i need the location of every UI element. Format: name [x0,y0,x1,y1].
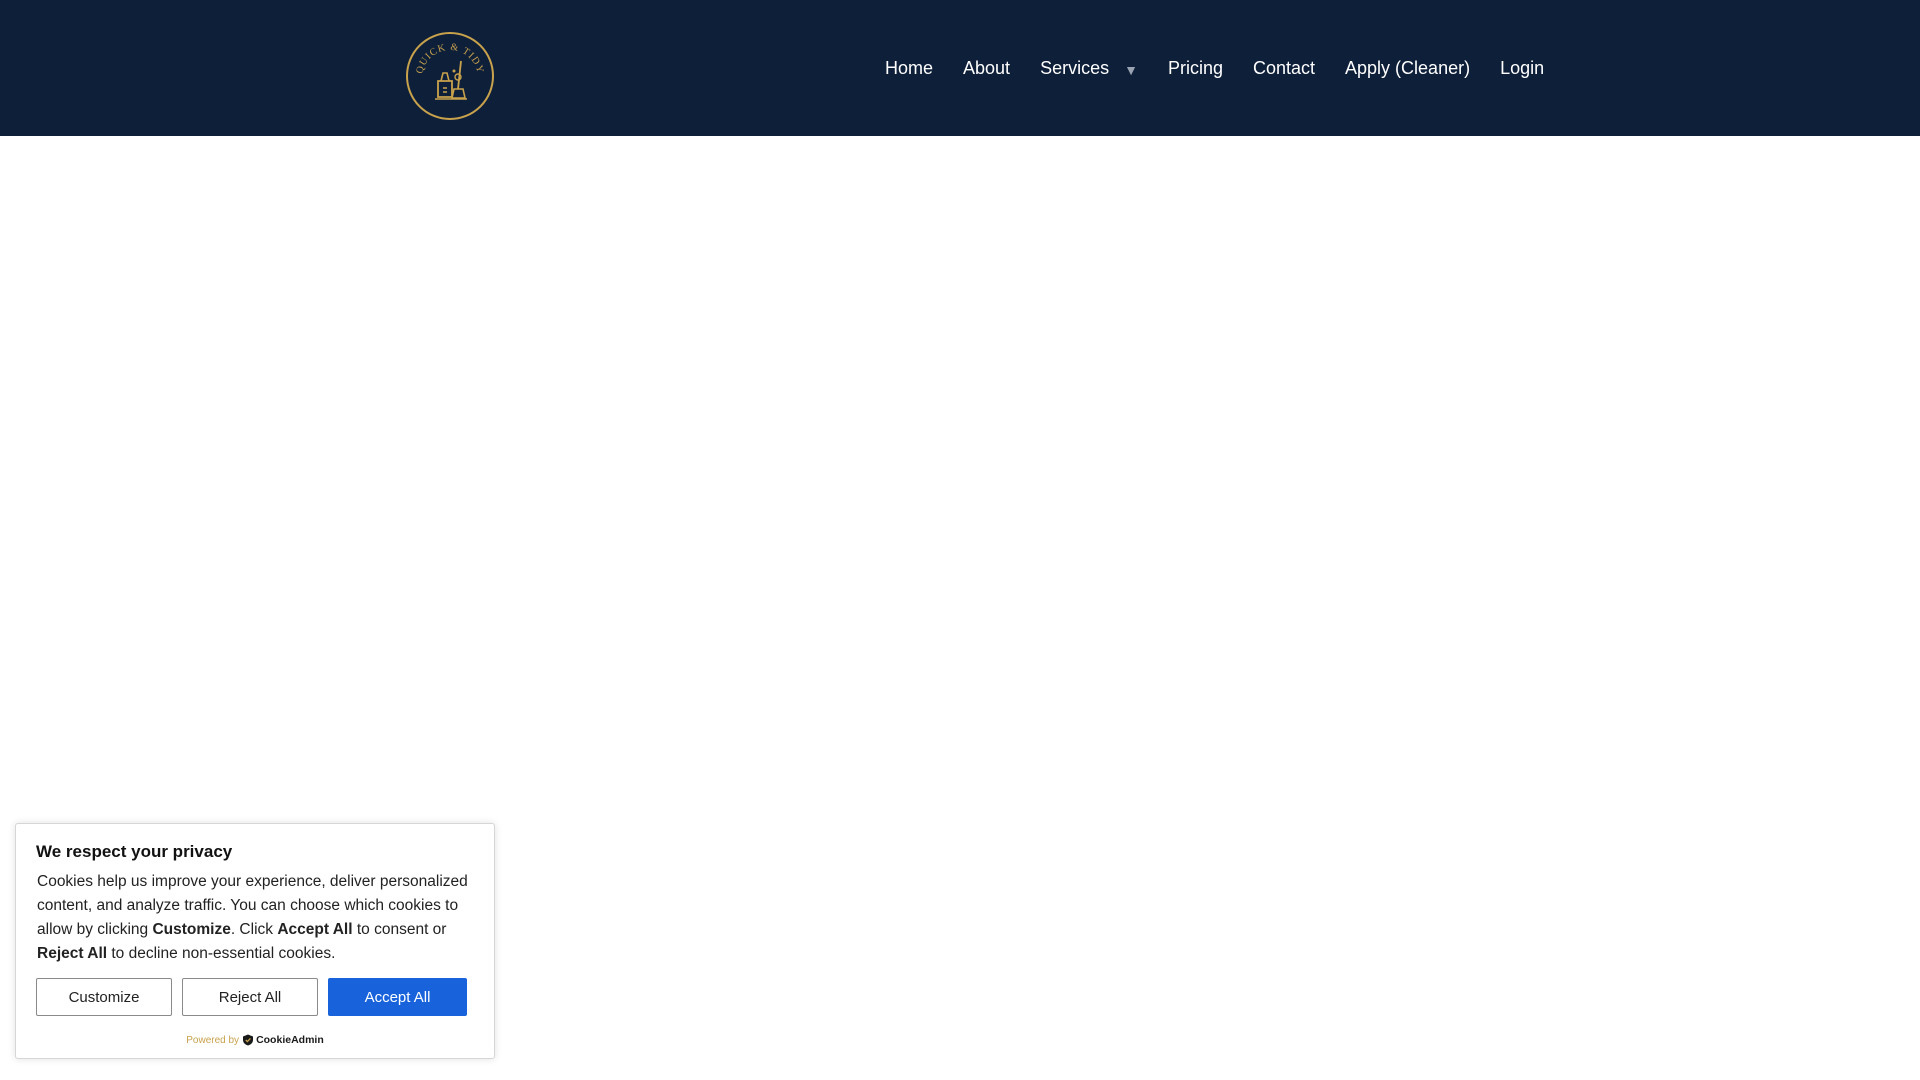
chevron-down-icon[interactable]: ▼ [1124,62,1138,78]
nav-home[interactable]: Home [885,58,933,79]
cookieadmin-brand: CookieAdmin [242,1034,324,1046]
main-nav: Home About Services ▼ Pricing Contact Ap… [885,0,1544,136]
logo-emblem-icon: QUICK & TIDY [406,32,494,120]
nav-login[interactable]: Login [1500,58,1544,79]
nav-apply-cleaner[interactable]: Apply (Cleaner) [1345,58,1470,79]
nav-contact[interactable]: Contact [1253,58,1315,79]
cookie-consent-banner: We respect your privacy Cookies help us … [15,823,495,1059]
nav-services-label: Services [1040,57,1110,78]
reject-all-button[interactable]: Reject All [182,978,318,1016]
cookie-banner-title: We respect your privacy [36,842,233,861]
quick-and-tidy-logo[interactable]: QUICK & TIDY [405,31,495,121]
accept-all-button[interactable]: Accept All [328,978,467,1016]
nav-pricing[interactable]: Pricing [1168,58,1223,79]
brand-label: CookieAdmin [256,1034,324,1046]
nav-about[interactable]: About [963,58,1010,79]
site-header: QUICK & TIDY Home About Services ▼ Prici… [0,0,1920,136]
powered-by-label: Powered by [186,1034,240,1046]
powered-by-cookieadmin[interactable]: Powered by CookieAdmin [16,1034,494,1046]
cookie-button-row: Customize Reject All Accept All [36,978,467,1016]
nav-services[interactable]: Services ▼ [1040,58,1138,79]
shield-icon [243,1034,254,1046]
svg-text:QUICK & TIDY: QUICK & TIDY [414,42,485,75]
customize-button[interactable]: Customize [36,978,172,1016]
cookie-banner-text: Cookies help us improve your experience,… [37,873,468,962]
